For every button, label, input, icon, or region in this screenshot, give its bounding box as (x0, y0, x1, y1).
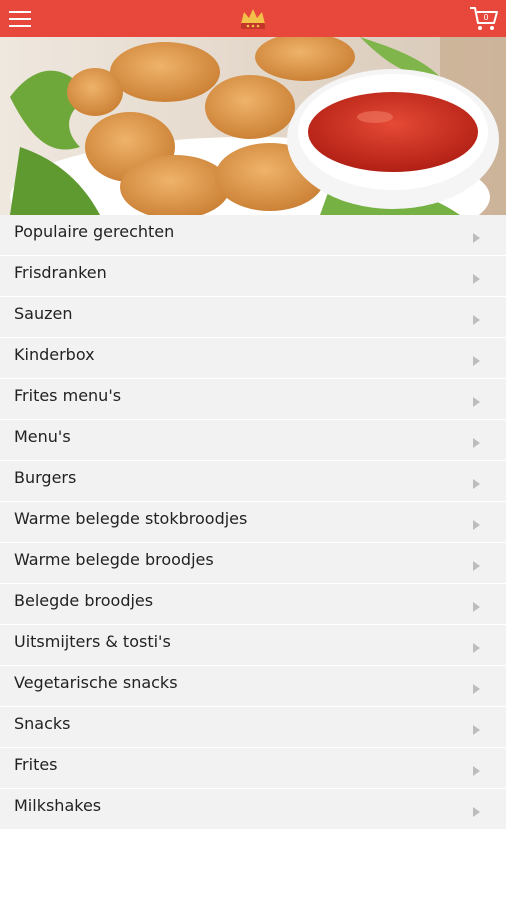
category-list: Populaire gerechten Frisdranken Sauzen K… (0, 215, 506, 830)
chevron-right-icon (473, 233, 480, 243)
category-item[interactable]: Sauzen (0, 297, 506, 338)
category-item[interactable]: Uitsmijters & tosti's (0, 625, 506, 666)
category-item[interactable]: Kinderbox (0, 338, 506, 379)
cart-count: 0 (483, 13, 488, 22)
category-label: Populaire gerechten (14, 221, 175, 241)
category-item[interactable]: Frisdranken (0, 256, 506, 297)
category-item[interactable]: Menu's (0, 420, 506, 461)
chevron-right-icon (473, 684, 480, 694)
category-label: Warme belegde broodjes (14, 549, 214, 569)
menu-button[interactable] (2, 0, 38, 37)
category-item[interactable]: Frites menu's (0, 379, 506, 420)
category-item[interactable]: Frites (0, 748, 506, 789)
chevron-right-icon (473, 561, 480, 571)
category-item[interactable]: Warme belegde stokbroodjes (0, 502, 506, 543)
hamburger-menu-icon (9, 10, 31, 27)
restaurant-logo (238, 6, 268, 32)
chevron-right-icon (473, 438, 480, 448)
category-label: Vegetarische snacks (14, 672, 178, 692)
chevron-right-icon (473, 397, 480, 407)
chevron-right-icon (473, 274, 480, 284)
top-app-bar: 0 (0, 0, 506, 37)
category-item[interactable]: Burgers (0, 461, 506, 502)
category-label: Frites (14, 754, 58, 774)
hero-image (0, 37, 506, 215)
category-label: Frisdranken (14, 262, 107, 282)
category-label: Kinderbox (14, 344, 95, 364)
chevron-right-icon (473, 356, 480, 366)
category-item[interactable]: Snacks (0, 707, 506, 748)
category-label: Milkshakes (14, 795, 102, 815)
cart-button[interactable]: 0 (464, 0, 504, 37)
category-label: Sauzen (14, 303, 73, 323)
category-label: Menu's (14, 426, 71, 446)
chevron-right-icon (473, 643, 480, 653)
category-item[interactable]: Belegde broodjes (0, 584, 506, 625)
category-label: Belegde broodjes (14, 590, 154, 610)
shopping-cart-icon: 0 (470, 6, 498, 30)
chevron-right-icon (473, 315, 480, 325)
category-label: Burgers (14, 467, 77, 487)
chevron-right-icon (473, 725, 480, 735)
category-label: Warme belegde stokbroodjes (14, 508, 248, 528)
category-item[interactable]: Populaire gerechten (0, 215, 506, 256)
chevron-right-icon (473, 479, 480, 489)
chevron-right-icon (473, 520, 480, 530)
category-label: Uitsmijters & tosti's (14, 631, 171, 651)
category-item[interactable]: Milkshakes (0, 789, 506, 830)
chevron-right-icon (473, 766, 480, 776)
chevron-right-icon (473, 602, 480, 612)
category-item[interactable]: Warme belegde broodjes (0, 543, 506, 584)
category-label: Snacks (14, 713, 71, 733)
chevron-right-icon (473, 807, 480, 817)
category-item[interactable]: Vegetarische snacks (0, 666, 506, 707)
category-label: Frites menu's (14, 385, 122, 405)
